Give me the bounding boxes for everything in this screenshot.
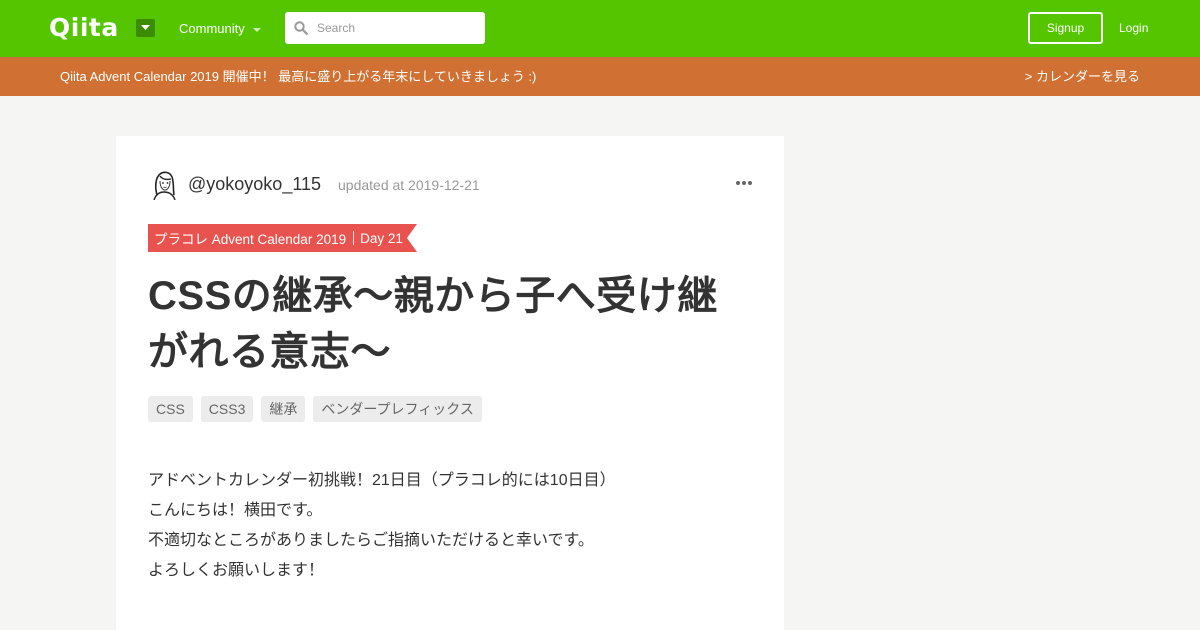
logo-dropdown-button[interactable] [136, 19, 155, 37]
search-box[interactable] [285, 12, 485, 44]
dot [742, 181, 746, 185]
login-link[interactable]: Login [1119, 20, 1148, 36]
more-options-icon[interactable] [736, 181, 752, 185]
body-paragraph: よろしくお願いします！ [148, 562, 325, 579]
ribbon-tail [406, 224, 417, 252]
avatar[interactable] [148, 168, 180, 200]
caret-down-icon [252, 27, 261, 32]
calendar-day: Day 21 [360, 230, 403, 246]
article-title: CSSの継承〜親から子へ受け継がれる意志〜 [148, 274, 718, 374]
dot [748, 181, 752, 185]
search-input[interactable] [317, 13, 485, 43]
advent-calendar-ribbon[interactable]: プラコレ Advent Calendar 2019 Day 21 [148, 224, 417, 252]
search-icon [294, 21, 308, 35]
dot [736, 181, 740, 185]
calendar-name: プラコレ Advent Calendar 2019 [154, 232, 347, 247]
chevron-down-icon [141, 25, 150, 30]
calendar-link[interactable]: > カレンダーを見る [1025, 68, 1140, 85]
body-paragraph: こんにちは！横田です。 [148, 502, 323, 519]
signup-button[interactable]: Signup [1028, 12, 1103, 44]
article-card: @yokoyoko_115 updated at 2019-12-21 プラコレ… [116, 136, 784, 630]
ribbon-divider [353, 231, 355, 245]
author-username[interactable]: @yokoyoko_115 [188, 173, 321, 195]
qiita-logo[interactable]: Qiita [49, 14, 119, 42]
body-paragraph: アドベントカレンダー初挑戦！21日目（プラコレ的には10日目） [148, 472, 616, 489]
community-menu[interactable]: Community [179, 20, 261, 38]
top-navbar: Qiita Community Signup Login [0, 0, 1200, 57]
tag-item[interactable]: CSS [148, 396, 193, 422]
tag-item[interactable]: CSS3 [200, 396, 254, 422]
advent-calendar-banner: Qiita Advent Calendar 2019 開催中！ 最高に盛り上がる… [0, 57, 1200, 96]
community-label: Community [179, 21, 245, 36]
banner-text: Qiita Advent Calendar 2019 開催中！ 最高に盛り上がる… [60, 69, 537, 84]
tag-item[interactable]: 継承 [261, 396, 306, 422]
tag-item[interactable]: ベンダープレフィックス [313, 396, 482, 422]
tag-list: CSS CSS3 継承 ベンダープレフィックス [148, 396, 482, 422]
ribbon-body: プラコレ Advent Calendar 2019 Day 21 [148, 224, 407, 252]
updated-date: updated at 2019-12-21 [338, 177, 480, 193]
article-body: アドベントカレンダー初挑戦！21日目（プラコレ的には10日目） こんにちは！横田… [148, 466, 616, 586]
body-paragraph: 不適切なところがありましたらご指摘いただけると幸いです。 [148, 532, 594, 549]
logo-text: Qiita [49, 13, 119, 42]
